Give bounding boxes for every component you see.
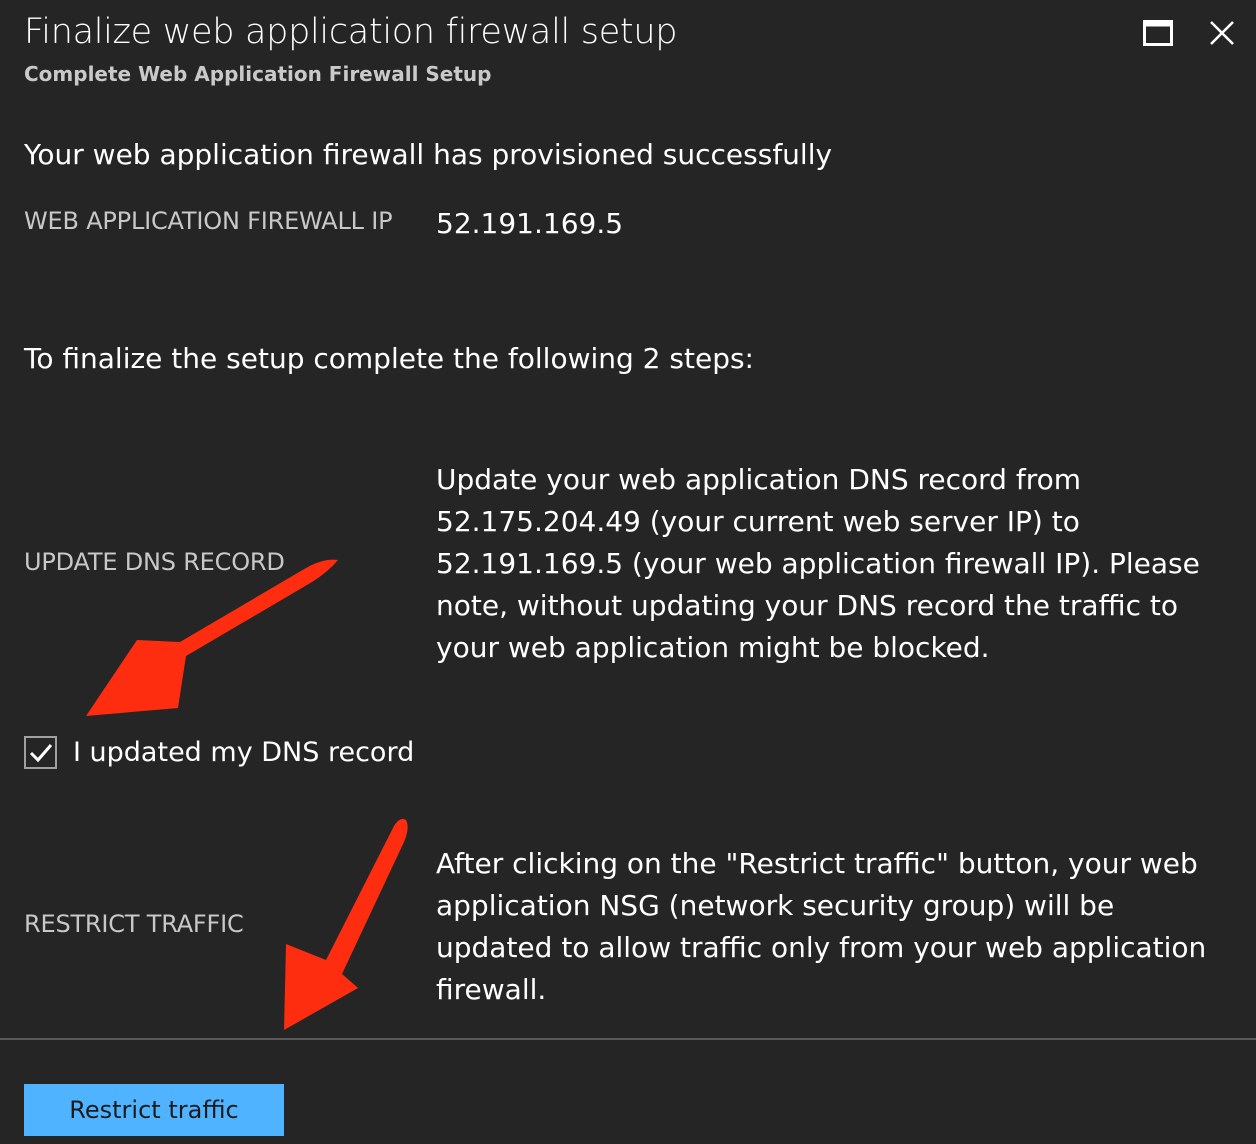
- maximize-icon: [1143, 20, 1173, 46]
- steps-intro: To finalize the setup complete the follo…: [24, 342, 754, 375]
- restrict-traffic-description: After clicking on the "Restrict traffic"…: [436, 847, 1207, 1006]
- provision-success-heading: Your web application firewall has provis…: [24, 138, 833, 171]
- restrict-traffic-button[interactable]: Restrict traffic: [24, 1084, 284, 1136]
- footer-divider: [0, 1038, 1256, 1040]
- update-dns-label: UPDATE DNS RECORD: [24, 548, 285, 576]
- maximize-button[interactable]: [1138, 13, 1178, 53]
- annotation-arrow-button: [284, 818, 408, 1030]
- update-dns-description: Update your web application DNS record f…: [436, 463, 1200, 664]
- blade-subtitle: Complete Web Application Firewall Setup: [24, 62, 492, 86]
- firewall-ip-label: WEB APPLICATION FIREWALL IP: [24, 207, 393, 235]
- dns-updated-checkbox-label[interactable]: I updated my DNS record: [73, 737, 414, 768]
- annotation-arrow-checkbox: [86, 559, 338, 716]
- blade-title: Finalize web application firewall setup: [24, 12, 678, 52]
- dns-updated-checkbox-row[interactable]: I updated my DNS record: [24, 736, 414, 769]
- firewall-ip-value: 52.191.169.5: [436, 207, 624, 240]
- checkmark-icon: [29, 743, 52, 762]
- restrict-traffic-label: RESTRICT TRAFFIC: [24, 910, 244, 938]
- close-button[interactable]: [1202, 13, 1242, 53]
- close-icon: [1210, 21, 1234, 45]
- dns-updated-checkbox[interactable]: [24, 736, 57, 769]
